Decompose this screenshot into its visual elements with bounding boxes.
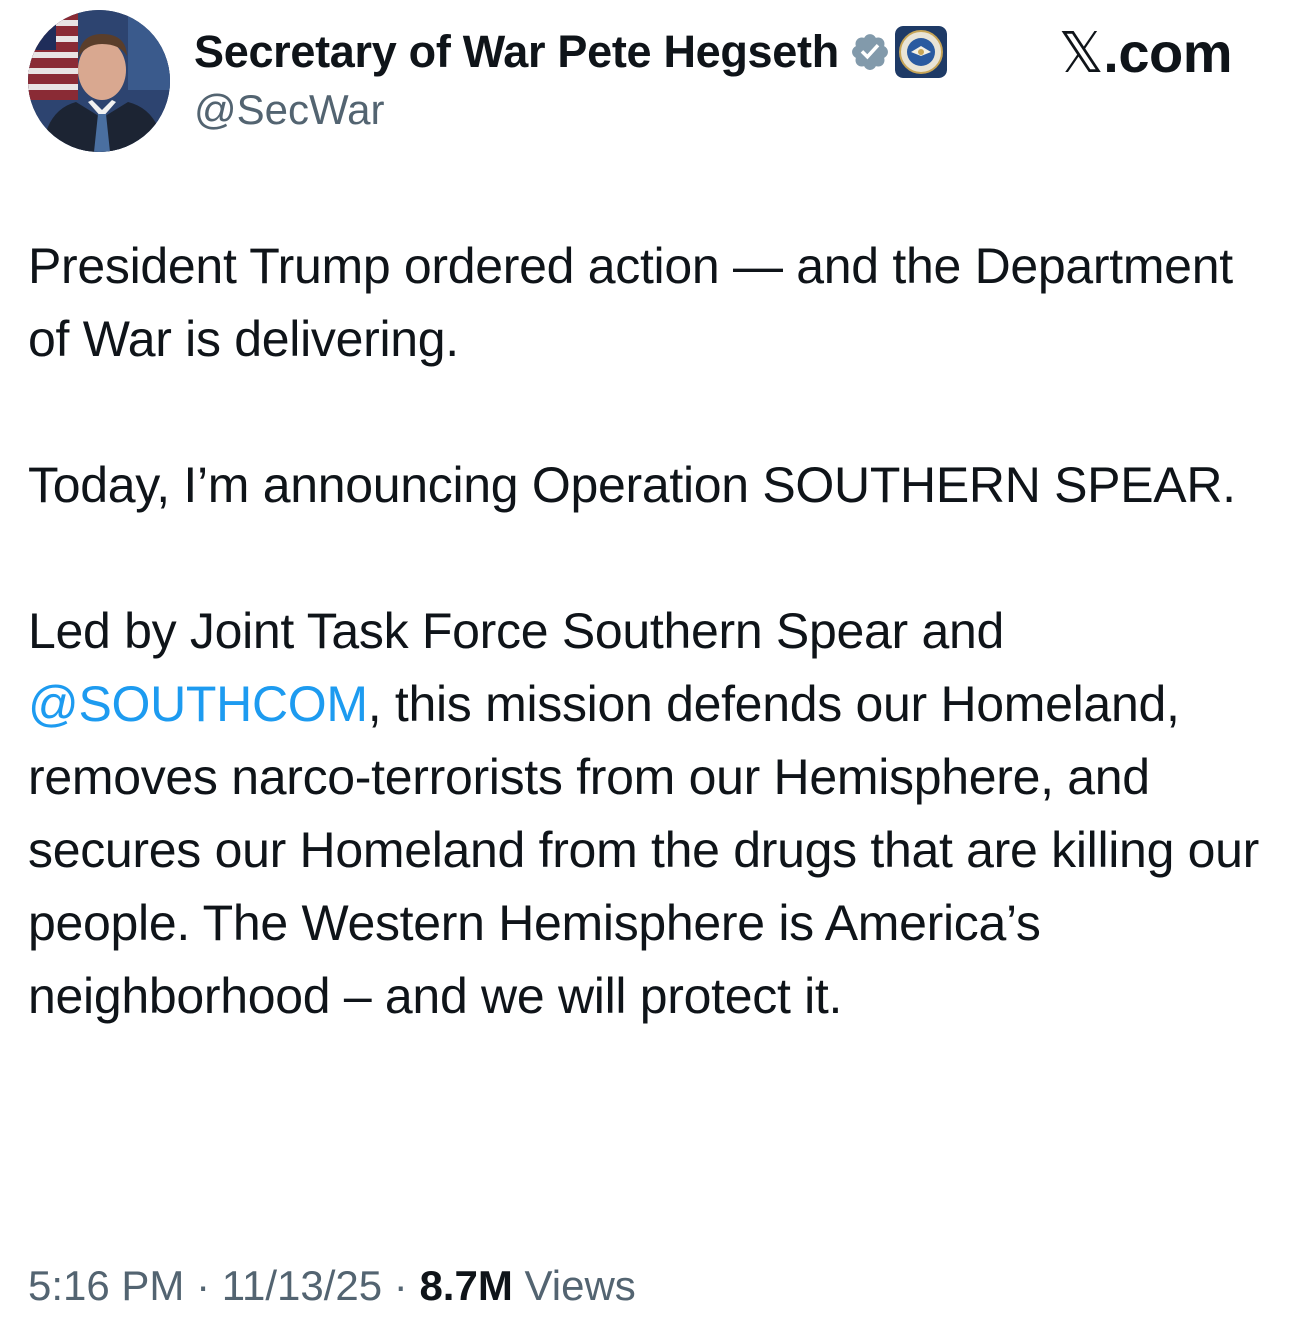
tweet-meta: 5:16 PM · 11/13/25 · 8.7M Views <box>28 1262 636 1310</box>
display-name[interactable]: Secretary of War Pete Hegseth <box>194 26 839 78</box>
tweet-paragraph: Led by Joint Task Force Southern Spear a… <box>28 595 1268 1033</box>
verified-badge-icon <box>849 31 891 73</box>
views-label: Views <box>512 1262 636 1309</box>
mention-link[interactable]: @SOUTHCOM <box>28 676 368 732</box>
views-count: 8.7M <box>419 1262 513 1309</box>
site-watermark: 𝕏.com <box>1058 20 1233 86</box>
site-domain-suffix: .com <box>1103 21 1232 84</box>
meta-separator: · <box>184 1262 222 1309</box>
tweet-text: President Trump ordered action — and the… <box>28 230 1268 1033</box>
x-logo-icon: 𝕏 <box>1058 21 1104 86</box>
avatar[interactable] <box>28 10 170 152</box>
tweet-text-segment: Led by Joint Task Force Southern Spear a… <box>28 603 1004 659</box>
tweet-time[interactable]: 5:16 PM <box>28 1262 184 1309</box>
tweet-paragraph: Today, I’m announcing Operation SOUTHERN… <box>28 457 1236 513</box>
tweet-date[interactable]: 11/13/25 <box>222 1262 382 1309</box>
meta-separator: · <box>382 1262 420 1309</box>
author-handle[interactable]: @SecWar <box>194 86 384 134</box>
profile-photo-icon <box>28 10 170 152</box>
department-seal-icon[interactable] <box>894 26 947 78</box>
author-name-row[interactable]: Secretary of War Pete Hegseth <box>194 24 947 80</box>
tweet-paragraph: President Trump ordered action — and the… <box>28 238 1233 367</box>
